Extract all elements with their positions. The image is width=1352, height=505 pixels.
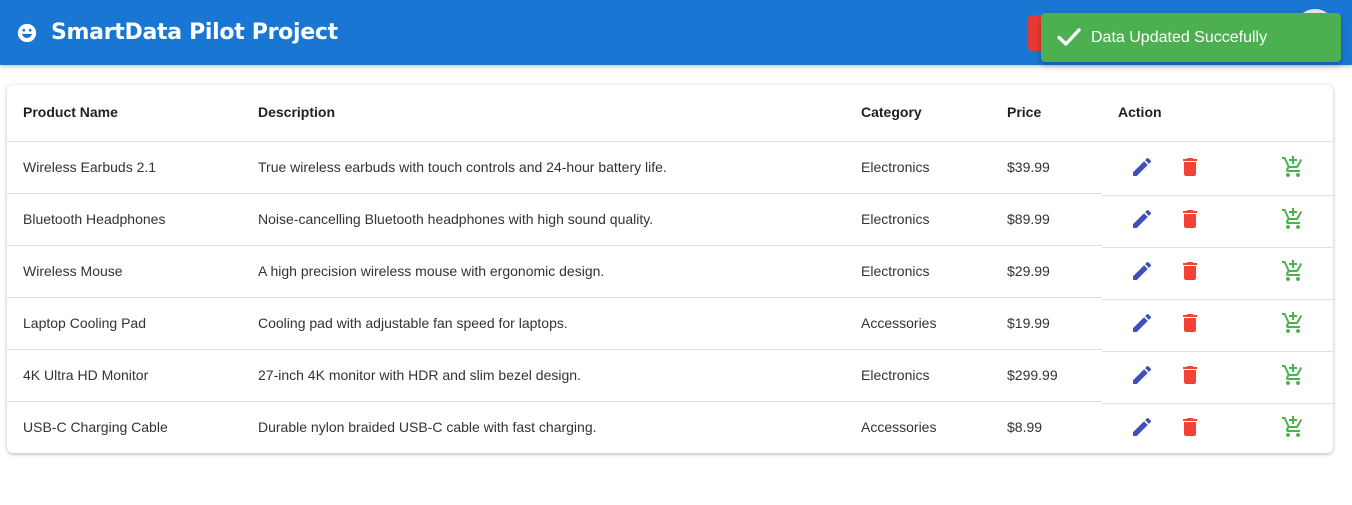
table-row: Laptop Cooling Pad Cooling pad with adjus…	[7, 298, 1333, 352]
trash-icon	[1178, 415, 1202, 439]
add-to-cart-button[interactable]	[1281, 155, 1305, 179]
pencil-icon	[1130, 259, 1154, 283]
table-row: Bluetooth Headphones Noise-cancelling Blu…	[7, 194, 1333, 248]
column-header-description[interactable]: Description	[258, 103, 335, 121]
cell-price: $19.99	[1007, 315, 1050, 331]
pencil-icon	[1130, 363, 1154, 387]
cell-product-name: Bluetooth Headphones	[23, 211, 166, 227]
cell-description: Durable nylon braided USB-C cable with f…	[258, 419, 597, 435]
add-to-cart-button[interactable]	[1281, 415, 1305, 439]
table-row: 4K Ultra HD Monitor 27-inch 4K monitor wi…	[7, 350, 1333, 404]
column-header-price[interactable]: Price	[1007, 103, 1041, 121]
cell-category: Electronics	[861, 211, 930, 227]
add-to-cart-button[interactable]	[1281, 259, 1305, 283]
add-shopping-cart-icon	[1281, 259, 1305, 283]
column-header-category[interactable]: Category	[861, 103, 922, 121]
pencil-icon	[1130, 311, 1154, 335]
table-header: Product Name Description Category Price …	[7, 85, 1333, 142]
pencil-icon	[1130, 207, 1154, 231]
cell-price: $299.99	[1007, 367, 1058, 383]
cell-category: Accessories	[861, 315, 937, 331]
cell-description: 27-inch 4K monitor with HDR and slim bez…	[258, 367, 581, 383]
add-to-cart-button[interactable]	[1281, 207, 1305, 231]
cell-product-name: Wireless Earbuds 2.1	[23, 159, 157, 175]
delete-button[interactable]	[1178, 259, 1202, 283]
trash-icon	[1178, 259, 1202, 283]
cell-category: Electronics	[861, 367, 930, 383]
smiley-face-icon	[17, 23, 37, 43]
add-to-cart-button[interactable]	[1281, 363, 1305, 387]
edit-button[interactable]	[1130, 259, 1154, 283]
success-toast[interactable]: Data Updated Succefully	[1041, 13, 1341, 62]
edit-button[interactable]	[1130, 415, 1154, 439]
delete-button[interactable]	[1178, 311, 1202, 335]
table-row: Wireless Earbuds 2.1 True wireless earbud…	[7, 142, 1333, 196]
cell-category: Accessories	[861, 419, 937, 435]
pencil-icon	[1130, 415, 1154, 439]
pencil-icon	[1130, 155, 1154, 179]
check-icon	[1057, 28, 1081, 46]
add-shopping-cart-icon	[1281, 415, 1305, 439]
cell-product-name: Wireless Mouse	[23, 263, 123, 279]
edit-button[interactable]	[1130, 155, 1154, 179]
products-table: Product Name Description Category Price …	[7, 85, 1333, 453]
add-shopping-cart-icon	[1281, 155, 1305, 179]
cell-product-name: USB-C Charging Cable	[23, 419, 168, 435]
cell-product-name: Laptop Cooling Pad	[23, 315, 146, 331]
cell-price: $89.99	[1007, 211, 1050, 227]
add-to-cart-button[interactable]	[1281, 311, 1305, 335]
table-row: USB-C Charging Cable Durable nylon braide…	[7, 402, 1333, 454]
edit-button[interactable]	[1130, 363, 1154, 387]
edit-button[interactable]	[1130, 311, 1154, 335]
app-title: SmartData Pilot Project	[51, 20, 338, 45]
toast-message: Data Updated Succefully	[1091, 29, 1268, 46]
cell-category: Electronics	[861, 159, 930, 175]
cell-category: Electronics	[861, 263, 930, 279]
trash-icon	[1178, 155, 1202, 179]
add-shopping-cart-icon	[1281, 207, 1305, 231]
cell-description: A high precision wireless mouse with erg…	[258, 263, 605, 279]
cell-description: Noise-cancelling Bluetooth headphones wi…	[258, 211, 654, 227]
edit-button[interactable]	[1130, 207, 1154, 231]
delete-button[interactable]	[1178, 207, 1202, 231]
cell-description: True wireless earbuds with touch control…	[258, 159, 667, 175]
cell-price: $29.99	[1007, 263, 1050, 279]
add-shopping-cart-icon	[1281, 363, 1305, 387]
trash-icon	[1178, 311, 1202, 335]
add-shopping-cart-icon	[1281, 311, 1305, 335]
delete-button[interactable]	[1178, 415, 1202, 439]
cell-description: Cooling pad with adjustable fan speed fo…	[258, 315, 568, 331]
cell-product-name: 4K Ultra HD Monitor	[23, 367, 149, 383]
trash-icon	[1178, 363, 1202, 387]
column-header-product-name[interactable]: Product Name	[23, 103, 118, 121]
cell-price: $39.99	[1007, 159, 1050, 175]
table-row: Wireless Mouse A high precision wireless …	[7, 246, 1333, 300]
cell-price: $8.99	[1007, 419, 1043, 435]
delete-button[interactable]	[1178, 363, 1202, 387]
trash-icon	[1178, 207, 1202, 231]
column-header-action: Action	[1118, 104, 1162, 120]
delete-button[interactable]	[1178, 155, 1202, 179]
